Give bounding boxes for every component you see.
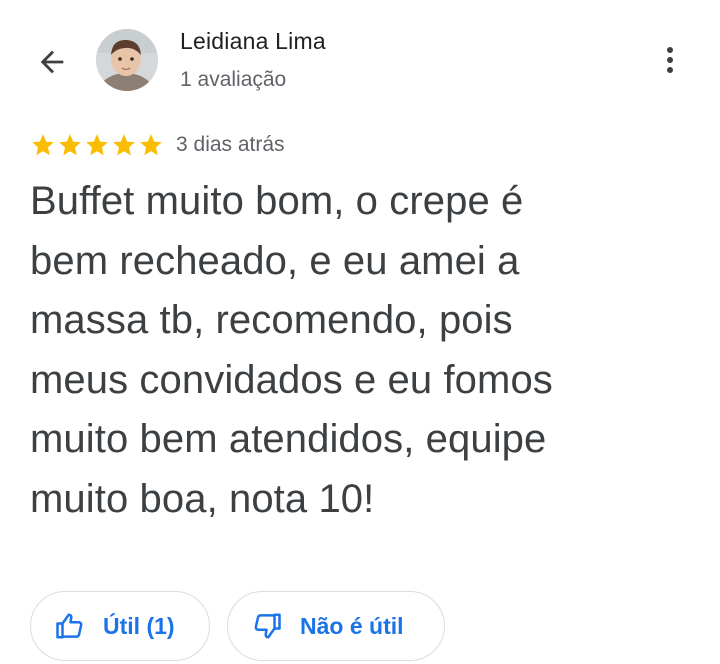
author-review-count: 1 avaliação (180, 68, 287, 91)
helpful-label: Útil (1) (103, 612, 175, 639)
review-text-line: Buffet muito bom, o crepe é (30, 179, 524, 223)
star-rating (30, 132, 164, 158)
avatar-photo (96, 29, 158, 91)
star-icon (59, 134, 81, 156)
helpful-button[interactable]: Útil (1) (30, 591, 210, 661)
review-text-line: muito boa, nota 10! (30, 476, 375, 521)
star-icon (86, 134, 108, 156)
not-helpful-label: Não é útil (300, 612, 404, 639)
star-icon (113, 134, 135, 156)
back-button[interactable] (30, 40, 74, 84)
star-icon (32, 134, 54, 156)
review-text-line: meus convidados e eu fomos (30, 357, 553, 402)
not-helpful-button[interactable]: Não é útil (227, 591, 445, 661)
review-text: Buffet muito bom, o crepe é bem recheado… (30, 172, 690, 529)
thumbs-down-icon (254, 613, 281, 639)
review-date: 3 dias atrás (176, 133, 285, 156)
more-options-button[interactable] (652, 38, 688, 82)
arrow-left-icon (40, 50, 64, 74)
thumbs-up-icon (56, 613, 83, 639)
star-icon (140, 134, 162, 156)
avatar[interactable] (96, 29, 158, 91)
review-text-line: massa tb, recomendo, pois (30, 298, 513, 342)
author-name[interactable]: Leidiana Lima (180, 28, 326, 55)
more-vertical-icon (667, 47, 673, 73)
review-text-line: bem recheado, e eu amei a (30, 238, 520, 283)
review-text-line: muito bem atendidos, equipe (30, 417, 547, 461)
